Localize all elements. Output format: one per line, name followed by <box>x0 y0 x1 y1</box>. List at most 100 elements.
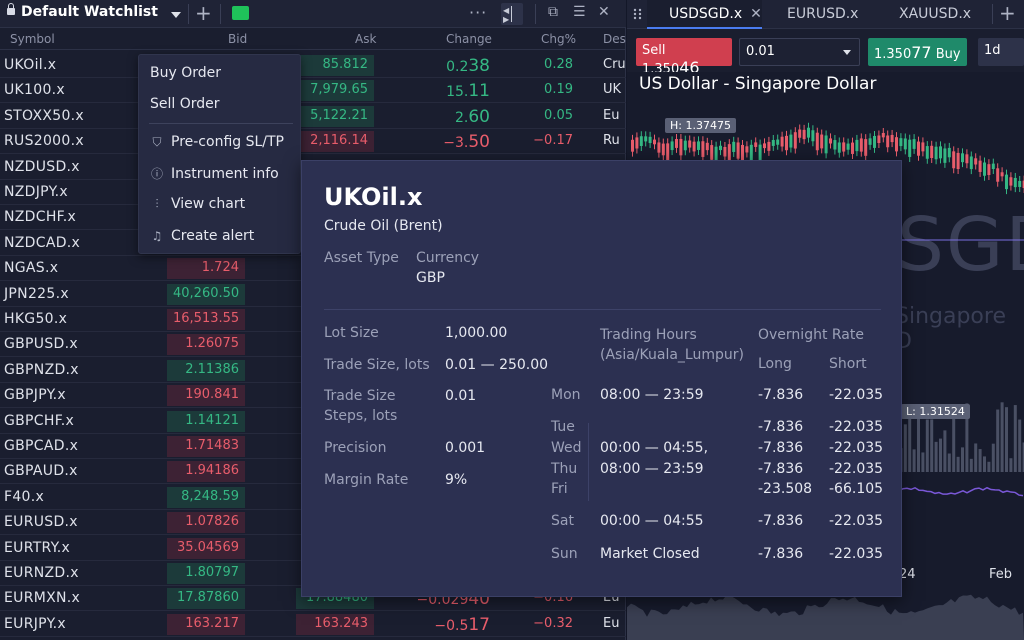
col-desc[interactable]: Des <box>603 32 626 46</box>
menu-item-preconfig-sltp[interactable]: ⛉ Pre-config SL/TP <box>150 134 284 150</box>
volume-bar <box>996 409 1000 472</box>
buy-label: Buy <box>935 47 961 62</box>
tab-label: XAUUSD.x <box>899 6 972 22</box>
bracket-line <box>588 423 589 501</box>
col-bid[interactable]: Bid <box>228 32 247 46</box>
add-icon[interactable]: + <box>195 2 212 24</box>
drag-handle-icon[interactable] <box>633 8 643 20</box>
volume-bar <box>939 438 942 472</box>
candle-body <box>736 142 740 159</box>
chevron-down-icon[interactable] <box>171 12 181 18</box>
symbol-cell: NZDUSD.x <box>4 158 80 175</box>
more-icon[interactable]: ··· <box>469 3 487 22</box>
symbol-cell: NZDCAD.x <box>4 234 81 251</box>
lock-icon[interactable] <box>7 3 15 15</box>
candle-body <box>754 142 758 147</box>
tab-eurusd[interactable]: EURUSD.x <box>767 0 877 29</box>
candle-body <box>798 129 802 138</box>
symbol-cell: EURNZD.x <box>4 565 79 581</box>
change-main: −0.5 <box>434 617 469 634</box>
candle-body <box>925 146 929 159</box>
menu-item-label: Instrument info <box>171 166 279 182</box>
candle-body <box>705 142 709 151</box>
candle-body <box>921 142 925 152</box>
table-row[interactable]: STOXX50.x 5,122.21 2.60 0.05 Eu <box>0 104 626 129</box>
candle-body <box>815 132 819 151</box>
watchlist-title[interactable]: Default Watchlist <box>21 4 158 20</box>
candle-body <box>1013 177 1017 188</box>
change-pct-cell: 0.19 <box>544 82 573 98</box>
candle-body <box>644 136 648 142</box>
candle-body <box>763 143 766 149</box>
table-row[interactable]: UK100.x 7,979.65 15.11 0.19 UK <box>0 78 626 104</box>
candle-body <box>996 168 1000 182</box>
change-cell: 15.11 <box>370 81 490 101</box>
hours-sun: Market Closed <box>600 546 700 562</box>
timeframe-select[interactable]: 1d <box>978 38 1024 66</box>
candle-body <box>829 138 832 144</box>
candle-body <box>679 138 683 156</box>
close-icon[interactable]: ✕ <box>750 6 762 22</box>
add-tab-icon[interactable]: + <box>999 2 1016 24</box>
symbol-cell: NGAS.x <box>4 260 59 277</box>
menu-item-create-alert[interactable]: ♫ Create alert <box>150 228 255 244</box>
long-label: Long <box>758 356 792 372</box>
col-ask[interactable]: Ask <box>355 32 376 46</box>
menu-icon[interactable]: ☰ <box>573 4 586 20</box>
symbol-cell: EURJPY.x <box>4 615 66 632</box>
hours-sat: 00:00 — 04:55 <box>600 513 704 529</box>
buy-price: 1.350 <box>874 47 912 62</box>
sell-button[interactable]: Sell 1.35046 <box>636 38 732 77</box>
change-main: 2. <box>455 109 469 126</box>
candle-body <box>833 140 837 150</box>
candle-body <box>789 134 793 148</box>
col-change[interactable]: Change <box>446 32 492 46</box>
symbol-cell: GBPNZD.x <box>4 361 79 378</box>
table-row[interactable]: UKOil.x 85.812 0.238 0.28 Cru <box>0 53 626 78</box>
short-mon: -22.035 <box>829 387 884 403</box>
candle-body <box>807 127 810 138</box>
buy-button[interactable]: 1.35077 Buy <box>868 38 967 66</box>
volume-bar <box>930 419 934 472</box>
popout-icon[interactable]: ⧉ <box>548 4 558 20</box>
candle-body <box>908 139 912 157</box>
split-view-icon[interactable] <box>501 3 523 25</box>
bid-cell: 8,248.59 <box>167 486 245 508</box>
hours-tuefri-2: 08:00 — 23:59 <box>600 461 704 477</box>
quantity-select[interactable]: 0.01 <box>739 38 860 66</box>
short-wed: -22.035 <box>829 440 884 456</box>
table-row[interactable]: EURJPY.x 163.217 163.243 −0.517 −0.32 Eu <box>0 612 626 637</box>
precision-value: 0.001 <box>445 440 486 456</box>
bid-cell: 190.841 <box>167 385 245 407</box>
candle-body <box>934 146 938 160</box>
volume-bar <box>903 424 907 472</box>
candle-body <box>675 139 678 148</box>
menu-item-instrument-info[interactable]: ⓘ Instrument info <box>150 165 279 182</box>
bid-cell: 2.11386 <box>167 359 245 381</box>
menu-item-buy-order[interactable]: Buy Order <box>150 65 221 81</box>
info-name: Crude Oil (Brent) <box>324 218 443 234</box>
trade-size-label: Trade Size, lots <box>324 357 430 373</box>
tab-xauusd[interactable]: XAUUSD.x <box>879 0 991 29</box>
menu-item-label: Pre-config SL/TP <box>171 134 284 150</box>
tab-usdsgd[interactable]: USDSGD.x ✕ <box>647 0 762 29</box>
color-tag-icon[interactable] <box>232 6 249 20</box>
day-tue: Tue <box>551 419 575 435</box>
menu-item-sell-order[interactable]: Sell Order <box>150 96 220 112</box>
close-icon[interactable]: ✕ <box>598 4 610 20</box>
change-pct-cell: −0.17 <box>533 133 573 149</box>
candle-body <box>710 145 714 160</box>
volume-bar <box>983 456 986 472</box>
candle-body <box>952 151 956 169</box>
candle-body <box>719 145 722 151</box>
candle-body <box>635 137 639 149</box>
volume-bar <box>969 458 973 472</box>
change-main: −3. <box>443 135 469 152</box>
candle-body <box>877 135 881 144</box>
bid-cell: 35.04569 <box>167 537 245 559</box>
col-chg-pct[interactable]: Chg% <box>541 32 576 46</box>
menu-item-view-chart[interactable]: ⫶ View chart <box>150 196 245 212</box>
col-symbol[interactable]: Symbol <box>10 32 55 46</box>
table-row[interactable]: RUS2000.x 2,116.14 −3.50 −0.17 Ru <box>0 129 626 155</box>
day-mon: Mon <box>551 387 581 403</box>
